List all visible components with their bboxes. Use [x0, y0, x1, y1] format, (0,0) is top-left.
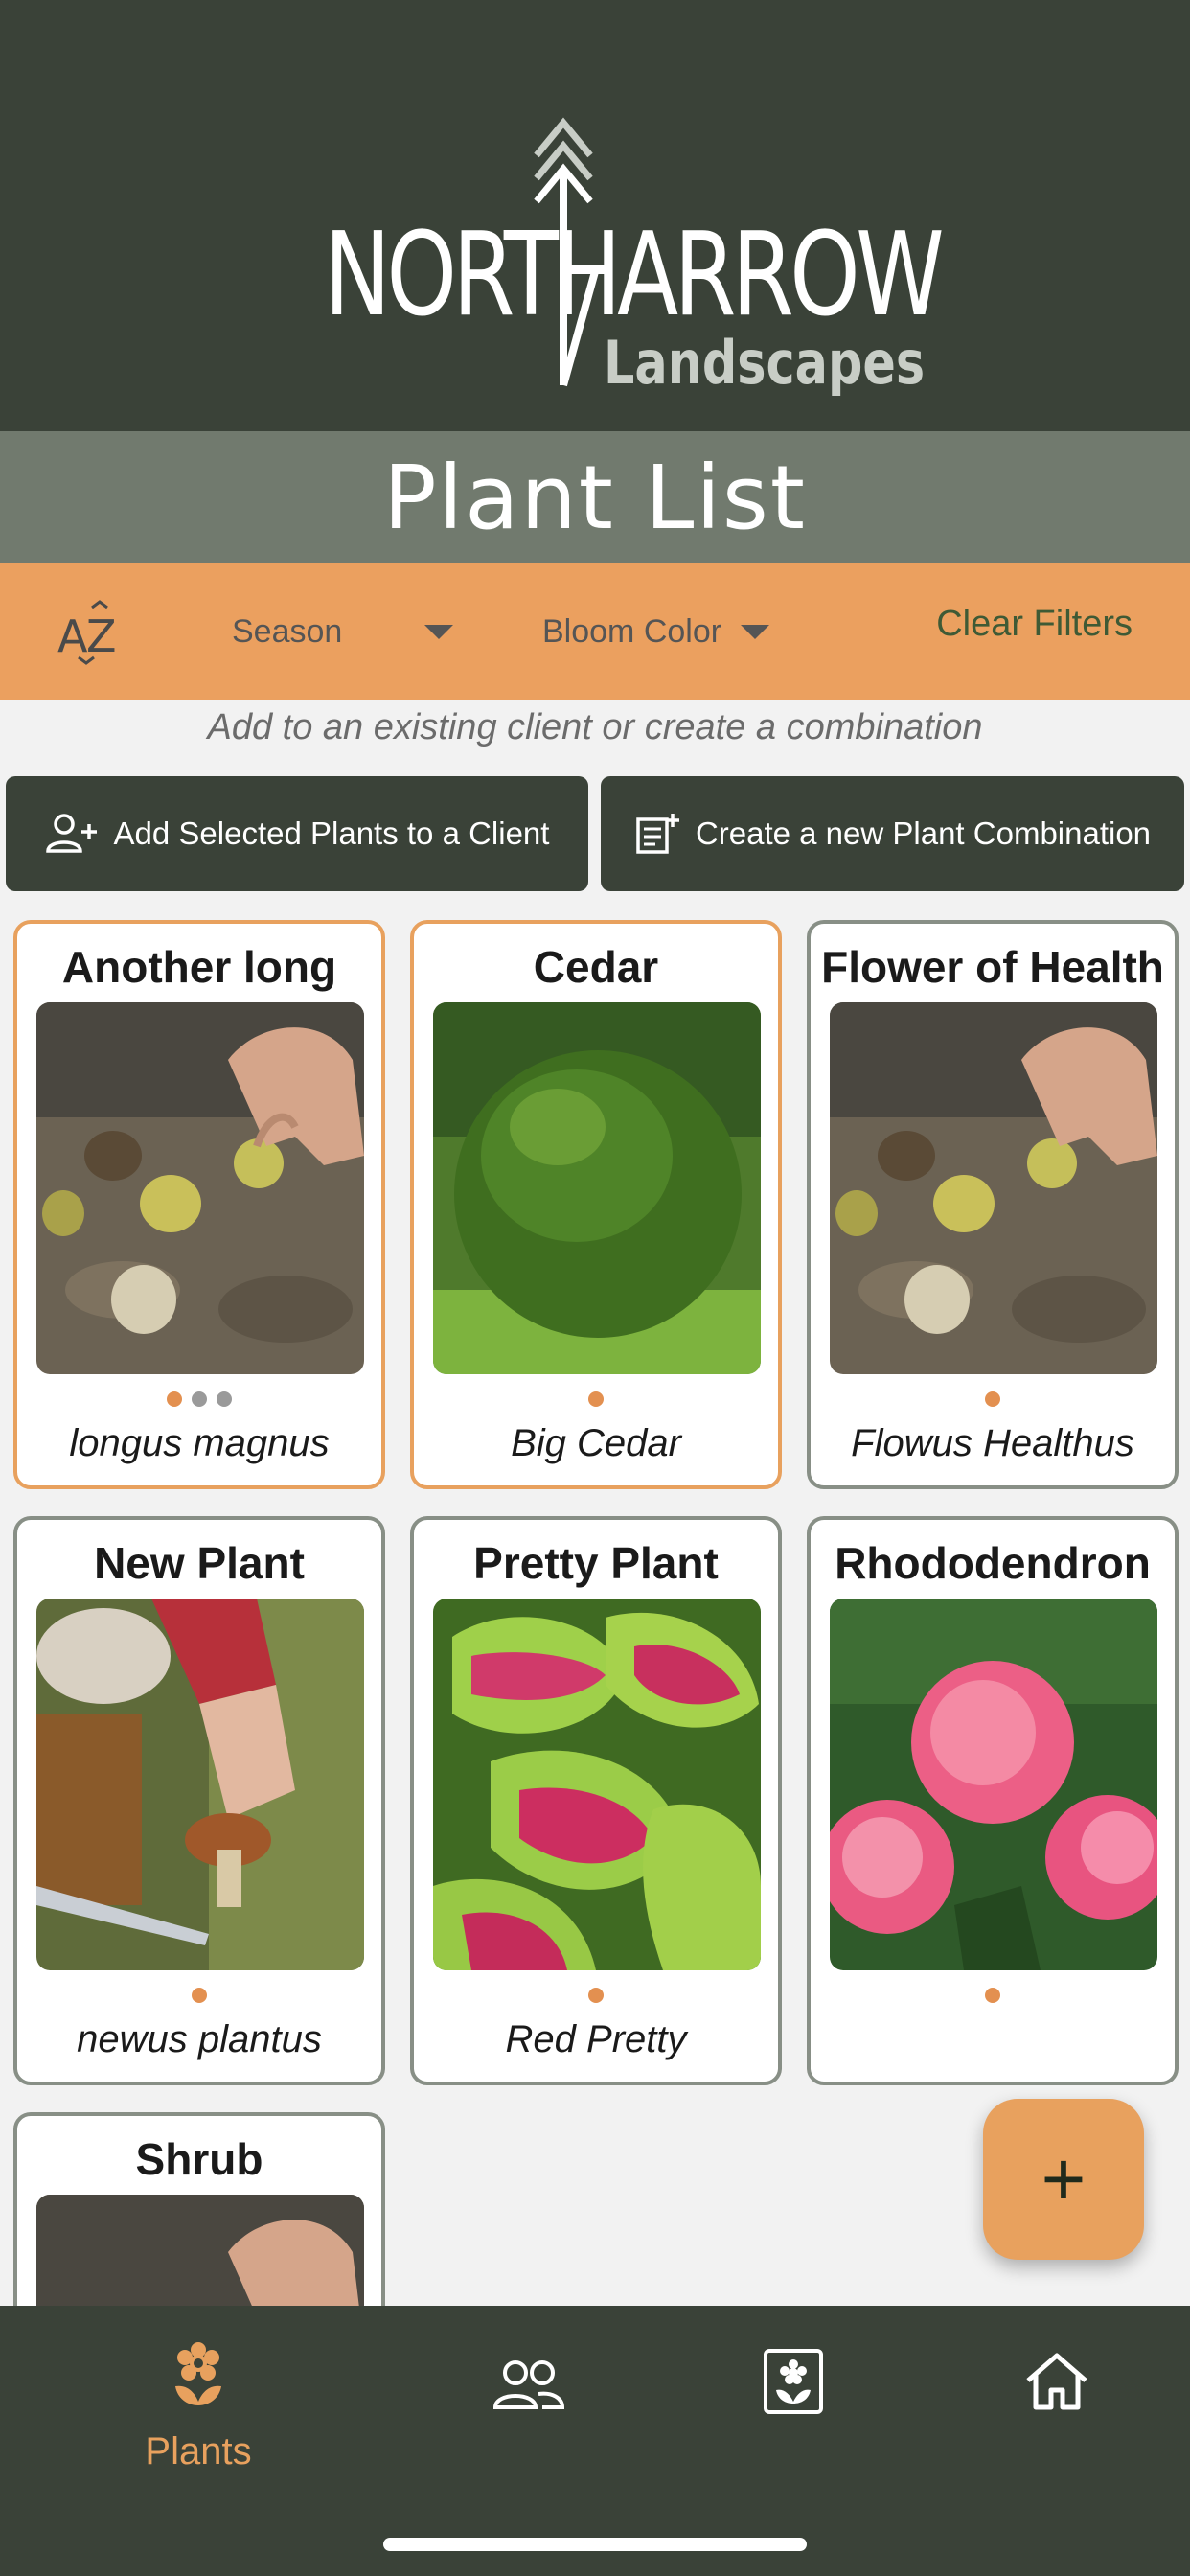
- plant-book-icon: [764, 2349, 823, 2414]
- plant-scientific-name: newus plantus: [77, 2018, 322, 2060]
- plant-name: Flower of Health: [821, 942, 1164, 992]
- create-combination-button[interactable]: Create a new Plant Combination: [601, 776, 1184, 891]
- plant-scientific-name: longus magnus: [69, 1422, 330, 1464]
- plant-name: New Plant: [94, 1538, 305, 1588]
- northarrow-logo: NORTHARROW Landscapes: [316, 115, 945, 402]
- plant-card-another-long[interactable]: Another long longus magnus: [13, 920, 385, 1489]
- plant-card-rhododendron[interactable]: Rhododendron: [807, 1516, 1179, 2085]
- title-band: Plant List: [0, 431, 1190, 564]
- season-label: Season: [232, 612, 343, 650]
- plant-card-new-plant[interactable]: New Plant newus plantus: [13, 1516, 385, 2085]
- bloom-color-dropdown[interactable]: Bloom Color: [542, 606, 791, 657]
- add-plant-fab[interactable]: +: [983, 2099, 1144, 2260]
- photo-pagination[interactable]: [811, 1392, 1175, 1407]
- svg-text:A: A: [57, 610, 88, 662]
- plant-scientific-name: Red Pretty: [505, 2018, 687, 2060]
- plant-name: Another long: [61, 942, 337, 992]
- note-add-icon: [636, 814, 679, 854]
- plant-name: Pretty Plant: [473, 1538, 719, 1588]
- pagination-dot-active: [985, 1392, 1000, 1407]
- photo-pagination[interactable]: [811, 1988, 1175, 2003]
- pagination-dot-active: [588, 1988, 604, 2003]
- svg-text:Z: Z: [86, 610, 117, 662]
- pagination-dot: [217, 1392, 232, 1407]
- plant-name: Cedar: [533, 942, 659, 992]
- sort-az-icon: A Z: [57, 600, 117, 665]
- chevron-down-icon: [741, 624, 770, 639]
- app-header: NORTHARROW Landscapes: [0, 0, 1190, 431]
- add-person-icon: [45, 814, 97, 853]
- nav-item-clients[interactable]: [433, 2323, 625, 2486]
- home-indicator[interactable]: [383, 2538, 807, 2551]
- clear-filters-button[interactable]: Clear Filters: [936, 604, 1133, 645]
- season-dropdown[interactable]: Season: [232, 606, 454, 657]
- pagination-dot-active: [192, 1988, 207, 2003]
- home-icon: [1026, 2353, 1087, 2410]
- plant-photo-shrub: [433, 1002, 761, 1374]
- sort-az-button[interactable]: A Z: [50, 598, 136, 665]
- logo-subtitle: Landscapes: [604, 328, 926, 398]
- hint-text: Add to an existing client or create a co…: [207, 707, 983, 748]
- photo-pagination[interactable]: [414, 1392, 778, 1407]
- plant-photo-rhododendron: [830, 1598, 1157, 1970]
- add-to-client-button[interactable]: Add Selected Plants to a Client: [6, 776, 588, 891]
- plant-photo-walnuts: [36, 1002, 364, 1374]
- photo-pagination[interactable]: [17, 1988, 381, 2003]
- pagination-dot-active: [167, 1392, 182, 1407]
- logo-wordmark: NORTHARROW: [324, 209, 945, 342]
- flower-icon: [175, 2342, 221, 2405]
- plant-card-cedar[interactable]: Cedar Big Cedar: [410, 920, 782, 1489]
- plant-card-pretty-plant[interactable]: Pretty Plant Red Pretty: [410, 1516, 782, 2085]
- pagination-dot-active: [985, 1988, 1000, 2003]
- photo-pagination[interactable]: [17, 1392, 381, 1407]
- create-combination-label: Create a new Plant Combination: [695, 816, 1152, 851]
- plant-scientific-name: Flowus Healthus: [851, 1422, 1134, 1464]
- chevron-down-icon: [424, 624, 454, 639]
- filter-bar: A Z Season Bloom Color Clear Filters: [0, 564, 1190, 700]
- plus-icon: +: [1041, 2136, 1087, 2221]
- pagination-dot-active: [588, 1392, 604, 1407]
- pagination-dot: [192, 1392, 207, 1407]
- add-to-client-label: Add Selected Plants to a Client: [113, 816, 550, 851]
- bloom-color-label: Bloom Color: [542, 612, 722, 650]
- page-title: Plant List: [383, 446, 807, 549]
- plant-card-flower-of-health[interactable]: Flower of Health Flowus Healthus: [807, 920, 1179, 1489]
- plant-scientific-name: Big Cedar: [511, 1422, 681, 1464]
- plant-name: Shrub: [135, 2134, 263, 2184]
- plant-name: Rhododendron: [835, 1538, 1151, 1588]
- plant-photo-coleus: [433, 1598, 761, 1970]
- nav-label-plants: Plants: [145, 2430, 252, 2472]
- photo-pagination[interactable]: [414, 1988, 778, 2003]
- plant-photo-walnuts: [830, 1002, 1157, 1374]
- nav-item-home[interactable]: [961, 2323, 1153, 2486]
- people-icon: [492, 2360, 565, 2409]
- nav-item-plants[interactable]: Plants: [103, 2323, 294, 2486]
- plant-photo-mushroom: [36, 1598, 364, 1970]
- nav-item-combinations[interactable]: [698, 2323, 889, 2486]
- bottom-nav: Plants: [0, 2306, 1190, 2576]
